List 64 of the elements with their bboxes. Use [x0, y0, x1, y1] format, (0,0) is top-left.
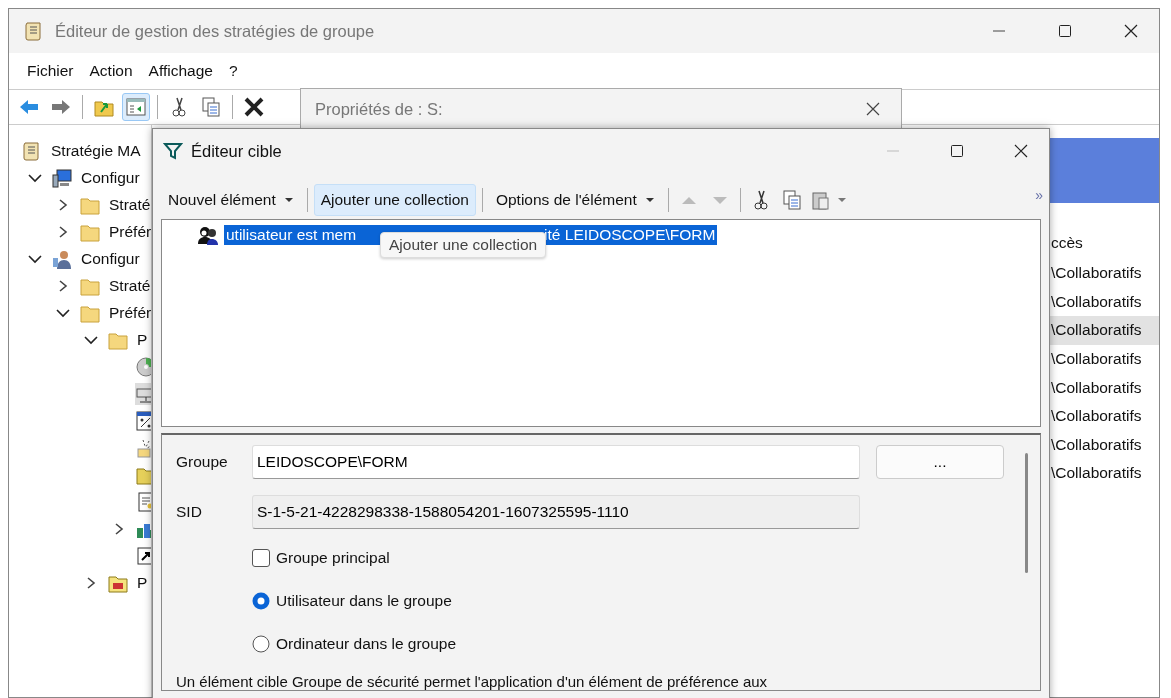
list-row[interactable]: \Collaboratifs — [1049, 401, 1159, 431]
group-field[interactable]: LEIDOSCOPE\FORM — [252, 445, 860, 479]
overflow-button[interactable]: » — [1035, 183, 1043, 203]
field-label: SID — [176, 503, 203, 521]
tree-item[interactable]: Préfér — [109, 222, 151, 241]
copy-icon — [780, 189, 803, 211]
document-icon[interactable] — [135, 490, 151, 513]
list-row[interactable]: \Collaboratifs — [1049, 373, 1159, 402]
radio-button[interactable] — [252, 592, 270, 610]
checkbox[interactable] — [252, 549, 270, 568]
tree-item[interactable]: Straté — [109, 276, 151, 295]
toolbar-button[interactable]: Ajouter une collection — [313, 184, 476, 216]
delete-icon — [243, 96, 265, 118]
close-icon — [1014, 144, 1028, 158]
tree-item[interactable]: Straté — [109, 195, 151, 214]
window-title: Éditeur cible — [191, 141, 283, 161]
list-row[interactable]: \Collaboratifs — [1049, 344, 1159, 374]
percent-icon[interactable] — [135, 409, 151, 432]
console-button[interactable] — [122, 93, 150, 121]
users-icon — [196, 224, 220, 246]
tree-item[interactable]: Configur — [81, 168, 140, 187]
paste-icon — [809, 189, 848, 211]
column-header: ccès — [1050, 233, 1084, 253]
tree-item[interactable]: Configur — [81, 249, 140, 268]
filter-icon — [163, 141, 183, 161]
list-row[interactable]: \Collaboratifs — [1049, 259, 1159, 288]
maximize-icon — [950, 144, 964, 158]
dropdown-button[interactable]: Nouvel élément — [161, 184, 301, 216]
dropdown-button[interactable]: Options de l'élément — [488, 184, 662, 216]
close-icon — [866, 102, 880, 116]
tree-item[interactable]: Préfér — [109, 303, 151, 322]
description-text: Un élément cible Groupe de sécurité permet l'application d'un élément de préférence aux — [176, 673, 769, 690]
maximize-icon — [1058, 24, 1072, 38]
close-icon — [1124, 24, 1138, 38]
list-row[interactable]: \Collaboratifs — [1049, 459, 1159, 488]
sid-field[interactable]: S-1-5-21-4228298338-1588054201-1607325595-1110 — [252, 495, 860, 529]
computer-icon[interactable] — [51, 166, 73, 189]
menu-item[interactable]: ? — [220, 62, 246, 80]
shortcut-icon[interactable] — [135, 544, 151, 567]
browse-button[interactable]: ... — [876, 445, 1004, 479]
dialog-title: Propriétés de : S: — [315, 99, 444, 119]
radio-label: Utilisateur dans le groupe — [276, 592, 452, 610]
copy-icon — [200, 96, 222, 118]
window-title: Éditeur de gestion des stratégies de groupe — [55, 21, 376, 41]
list-row[interactable]: \Collaboratifs — [1049, 430, 1159, 460]
menu-item[interactable]: Fichier — [19, 62, 82, 80]
console-icon — [125, 96, 147, 118]
caret-icon — [283, 196, 294, 204]
caret-icon — [644, 196, 655, 204]
drive-icon[interactable] — [135, 382, 151, 405]
checkbox-label: Groupe principal — [276, 549, 390, 568]
tree-item[interactable]: Stratégie MA — [51, 141, 141, 160]
scrollbar-thumb[interactable] — [1024, 453, 1028, 573]
field-label: Groupe — [176, 453, 229, 471]
down-arrow-icon — [712, 196, 727, 204]
list-row[interactable]: \Collaboratifs — [1049, 287, 1159, 317]
tree-item[interactable]: P — [137, 573, 148, 592]
tree-item[interactable]: P — [137, 330, 148, 349]
list-row[interactable]: \Collaboratifs — [1049, 316, 1159, 345]
radio-button[interactable] — [252, 634, 270, 653]
menu-item[interactable]: Affichage — [140, 62, 221, 80]
up-arrow-icon — [681, 196, 696, 204]
menu-item[interactable]: Action — [81, 62, 141, 80]
radio-label: Ordinateur dans le groupe — [276, 634, 457, 653]
